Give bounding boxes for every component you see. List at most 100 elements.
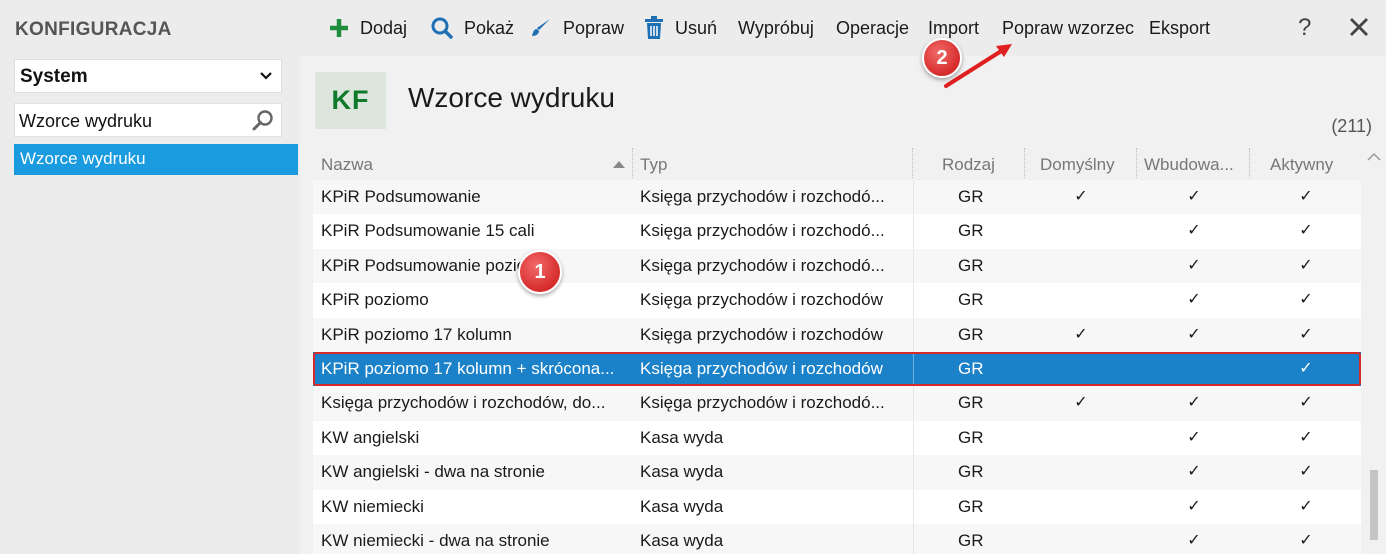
cell-builtin-check: ✓ [1187,325,1201,343]
table-row[interactable]: KW angielski Kasa wyda GR ✓ ✓ [313,420,1361,456]
page-title: Wzorce wydruku [408,82,615,113]
cell-builtin-check: ✓ [1187,256,1201,274]
grid-header: Nazwa Typ Rodzaj Domyślny Wbudowa... Akt… [313,148,1361,178]
toolbar: Dodaj Pokaż Popraw Usuń Wypróbuj Operacj… [300,0,1386,56]
cell-name: KW niemiecki - dwa na stronie [321,531,550,550]
column-divider [913,248,914,283]
table-row[interactable]: Księga przychodów i rozchodów, do... Księ… [313,386,1361,421]
cell-default-check [1071,214,1091,248]
plus-icon [330,19,348,37]
cell-kind: GR [958,187,984,206]
column-header-builtin[interactable]: Wbudowa... [1144,148,1234,178]
cell-builtin-check: ✓ [1187,394,1201,412]
close-icon[interactable] [1349,17,1369,37]
cell-name: KPiR Podsumowanie 15 cali [321,221,535,241]
sidebar-item-print-templates[interactable]: Wzorce wydruku [14,144,298,175]
magnifier-icon [431,17,453,39]
cell-kind: GR [958,324,984,344]
show-button[interactable]: Pokaż [430,15,514,41]
main-panel: Dodaj Pokaż Popraw Usuń Wypróbuj Operacj… [300,0,1386,554]
cell-type: Księga przychodów i rozchodów [640,290,883,310]
scroll-up-icon[interactable] [1367,152,1381,162]
column-header-kind[interactable]: Rodzaj [942,148,995,178]
cell-default-check: ✓ [1074,394,1088,412]
cell-type: Kasa wyda [640,496,724,516]
cell-active-check: ✓ [1299,222,1313,240]
delete-button[interactable]: Usuń [643,15,717,41]
column-divider [913,180,914,214]
table-row[interactable]: KPiR poziomo Księga przychodów i rozchodó… [313,283,1361,318]
cell-active-check: ✓ [1299,256,1313,274]
cell-name: KPiR poziomo 17 kolumn [321,324,512,344]
cell-kind: GR [958,462,984,482]
table-row[interactable]: KPiR poziomo 17 kolumn Księga przychodów … [313,317,1361,352]
cell-default-check [1071,421,1091,455]
cell-name: KW angielski [321,427,420,447]
cell-default-check [1071,283,1091,317]
show-button-label: Pokaż [464,17,515,38]
scroll-thumb[interactable] [1370,470,1378,540]
cell-active-check: ✓ [1299,463,1313,481]
table-row[interactable]: KW niemiecki - dwa na stronie Kasa wyda GR… [313,524,1361,554]
table-row[interactable]: KPiR Podsumowanie poziomo Księga przychod… [313,248,1361,284]
cell-type: Kasa wyda [640,531,724,550]
column-header-active[interactable]: Aktywny [1270,148,1333,178]
column-divider [913,317,914,352]
table-row[interactable]: KW niemiecki Kasa wyda GR ✓ ✓ [313,489,1361,524]
cell-name: KPiR Podsumowanie poziomo [321,255,550,275]
record-count: (211) [1331,116,1372,136]
column-divider [632,148,633,178]
cell-type: Księga przychodów i rozchodów [640,359,883,378]
chevron-down-icon [260,72,272,80]
delete-button-label: Usuń [675,17,718,38]
add-button[interactable]: Dodaj [328,15,407,41]
cell-name: KPiR poziomo [321,290,429,310]
column-header-name[interactable]: Nazwa [321,148,373,178]
column-divider [913,455,914,490]
cell-type: Księga przychodów i rozchodó... [640,255,885,275]
cell-name: KPiR Podsumowanie [321,187,481,206]
cell-name: KW angielski - dwa na stronie [321,462,545,482]
annotation-badge-2: 2 [922,38,962,78]
edit-button[interactable]: Popraw [529,15,624,41]
edit-button-label: Popraw [563,17,625,38]
cell-active-check: ✓ [1299,360,1313,377]
cell-kind: GR [958,427,984,447]
table-row[interactable]: KPiR Podsumowanie Księga przychodów i roz… [313,180,1361,215]
search-field[interactable] [14,103,282,137]
try-button[interactable]: Wypróbuj [738,15,814,41]
cell-builtin-check [1184,352,1204,386]
edit-template-button[interactable]: Popraw wzorzec [1002,15,1134,41]
column-divider [913,386,914,421]
help-icon[interactable]: ? [1298,14,1311,42]
table-row[interactable]: KPiR Podsumowanie 15 cali Księga przychod… [313,214,1361,249]
cell-type: Księga przychodów i rozchodó... [640,221,885,241]
add-button-label: Dodaj [360,17,408,38]
vertical-scrollbar[interactable] [1364,148,1384,554]
cell-kind: GR [958,496,984,516]
column-divider [1249,148,1250,178]
column-header-type[interactable]: Typ [640,148,667,178]
cell-kind: GR [958,221,984,241]
operations-menu[interactable]: Operacje [836,15,909,41]
column-divider [1136,148,1137,178]
search-icon[interactable] [251,109,275,133]
column-divider [913,420,914,455]
cell-name: Księga przychodów i rozchodów, do... [321,393,606,413]
import-button[interactable]: Import [928,15,979,41]
export-button[interactable]: Eksport [1149,15,1210,41]
search-input[interactable] [19,108,249,134]
cell-active-check: ✓ [1299,497,1313,515]
cell-active-check: ✓ [1299,394,1313,412]
cell-builtin-check: ✓ [1187,463,1201,481]
cell-default-check [1071,490,1091,524]
table-row-selected[interactable]: KPiR poziomo 17 kolumn + skrócona... Księ… [313,352,1361,387]
system-dropdown[interactable]: System [14,59,282,93]
table-row[interactable]: KW angielski - dwa na stronie Kasa wyda GR… [313,455,1361,490]
cell-kind: GR [958,255,984,275]
content-area: KF Wzorce wydruku (211) Nazwa Typ Rodzaj… [300,56,1386,554]
templates-grid: Nazwa Typ Rodzaj Domyślny Wbudowa... Akt… [313,144,1361,554]
cell-active-check: ✓ [1299,188,1313,205]
cell-default-check [1071,455,1091,489]
column-header-default[interactable]: Domyślny [1040,148,1115,178]
